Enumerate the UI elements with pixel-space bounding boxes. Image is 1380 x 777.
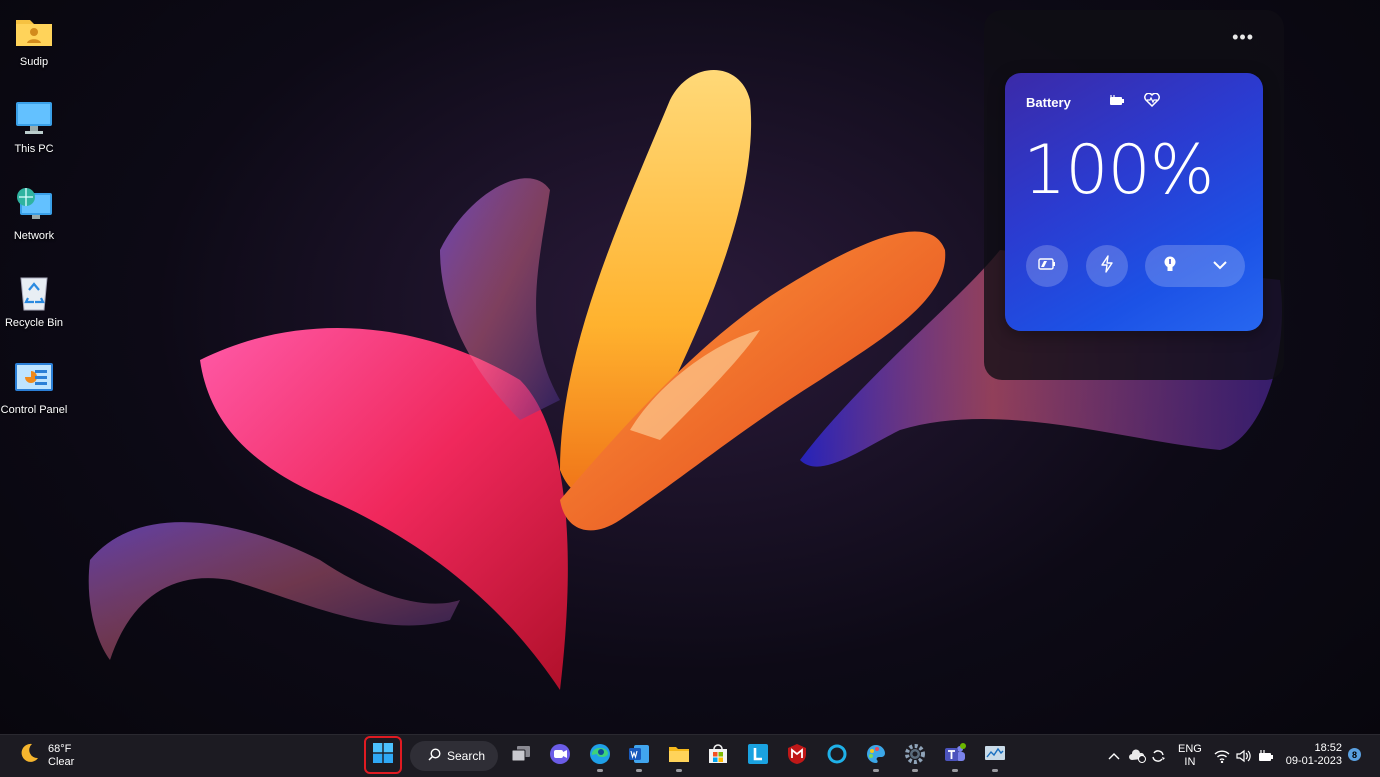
desktop-icon-sudip[interactable]: Sudip [0, 6, 68, 93]
windows-logo-icon [373, 742, 393, 768]
battery-title: Battery [1026, 95, 1071, 110]
desktop-icon-label: Control Panel [0, 404, 68, 416]
desktop-icon-label: Sudip [19, 56, 49, 68]
wifi-icon [1214, 749, 1230, 763]
cloud-icon [1129, 749, 1146, 763]
weather-widget[interactable]: 68°F Clear [18, 742, 74, 769]
running-indicator [912, 769, 918, 772]
task-view-button[interactable] [504, 740, 538, 772]
clock[interactable]: 18:52 09-01-2023 [1286, 742, 1342, 768]
weather-condition: Clear [48, 755, 75, 768]
paint-palette-icon [865, 743, 887, 770]
show-hidden-icons-button[interactable] [1108, 735, 1120, 777]
battery-saver-icon [1038, 257, 1056, 275]
lightning-icon [1100, 254, 1114, 278]
teams-icon [943, 742, 967, 770]
monitor-app-button[interactable] [978, 740, 1012, 772]
volume-tray-button[interactable] [1236, 735, 1252, 777]
mcafee-shield-icon [787, 743, 807, 770]
edge-icon [589, 743, 611, 770]
user-folder-icon [13, 10, 55, 52]
battery-tray-button[interactable] [1258, 735, 1274, 777]
more-options-button[interactable]: ••• [1232, 28, 1254, 46]
cortana-button[interactable] [820, 740, 854, 772]
mcafee-button[interactable] [780, 740, 814, 772]
word-button[interactable] [622, 740, 656, 772]
task-view-icon [511, 745, 531, 768]
widget-panel: ••• Battery 100% [984, 10, 1284, 380]
clock-date: 09-01-2023 [1285, 755, 1342, 767]
power-mode-button[interactable] [1086, 245, 1128, 287]
chevron-up-icon [1108, 753, 1120, 760]
battery-icon [1259, 750, 1273, 761]
edge-button[interactable] [583, 740, 617, 772]
desktop-icon-recycle-bin[interactable]: Recycle Bin [0, 267, 68, 354]
file-explorer-button[interactable] [662, 740, 696, 772]
clock-time: 18:52 [1314, 742, 1342, 754]
running-indicator [676, 769, 682, 772]
desktop-icon-label: Recycle Bin [4, 317, 64, 329]
running-indicator [873, 769, 879, 772]
energy-recommendation-button[interactable] [1145, 245, 1245, 287]
wifi-tray-button[interactable] [1214, 735, 1230, 777]
notification-badge[interactable]: 8 [1348, 748, 1361, 761]
battery-widget[interactable]: Battery 100% [1005, 73, 1263, 331]
battery-saver-button[interactable] [1026, 245, 1068, 287]
battery-health-icon [1144, 92, 1160, 112]
folder-icon [668, 744, 690, 769]
store-icon [707, 743, 729, 770]
cortana-icon [826, 743, 848, 770]
search-button[interactable]: Search [410, 741, 498, 771]
weather-temperature: 68°F [48, 742, 72, 755]
search-icon [428, 748, 441, 764]
battery-percentage: 100% [1023, 131, 1214, 210]
running-indicator [952, 769, 958, 772]
running-indicator [636, 769, 642, 772]
control-panel-icon [13, 358, 55, 400]
chevron-down-icon[interactable] [1212, 257, 1228, 275]
onedrive-tray-button[interactable] [1128, 735, 1146, 777]
teams-button[interactable] [938, 740, 972, 772]
battery-charging-icon [1109, 94, 1125, 112]
running-indicator [992, 769, 998, 772]
running-indicator [597, 769, 603, 772]
recycle-bin-icon [13, 271, 55, 313]
store-button[interactable] [701, 740, 735, 772]
language-code: ENG [1178, 743, 1202, 755]
network-globe-icon [13, 184, 55, 226]
language-indicator[interactable]: ENG IN [1178, 743, 1202, 769]
performance-monitor-icon [984, 745, 1006, 768]
desktop-icon-this-pc[interactable]: This PC [0, 93, 68, 180]
lightbulb-icon [1163, 255, 1177, 278]
l-app-button[interactable] [741, 740, 775, 772]
settings-button[interactable] [898, 740, 932, 772]
chat-button[interactable] [543, 740, 577, 772]
sync-icon [1152, 750, 1165, 762]
l-app-icon [748, 743, 768, 769]
desktop-icon-label: Network [13, 230, 55, 242]
moon-icon [18, 742, 40, 769]
desktop-icon-control-panel[interactable]: Control Panel [0, 354, 68, 441]
desktop-icon-label: This PC [14, 143, 54, 155]
word-icon [628, 743, 650, 770]
desktop-icon-network[interactable]: Network [0, 180, 68, 267]
start-button[interactable] [364, 736, 402, 774]
gear-icon [904, 743, 926, 770]
taskbar: 68°F Clear Search ENG IN 18:52 09-01-202… [0, 734, 1380, 777]
chat-icon [549, 743, 571, 770]
language-region: IN [1184, 756, 1196, 768]
volume-icon [1236, 749, 1251, 763]
monitor-icon [13, 97, 55, 139]
paint-button[interactable] [859, 740, 893, 772]
desktop-icons: Sudip This PC Network Recycle Bin Contro… [0, 6, 68, 441]
search-label: Search [447, 749, 486, 763]
sync-tray-button[interactable] [1150, 735, 1166, 777]
